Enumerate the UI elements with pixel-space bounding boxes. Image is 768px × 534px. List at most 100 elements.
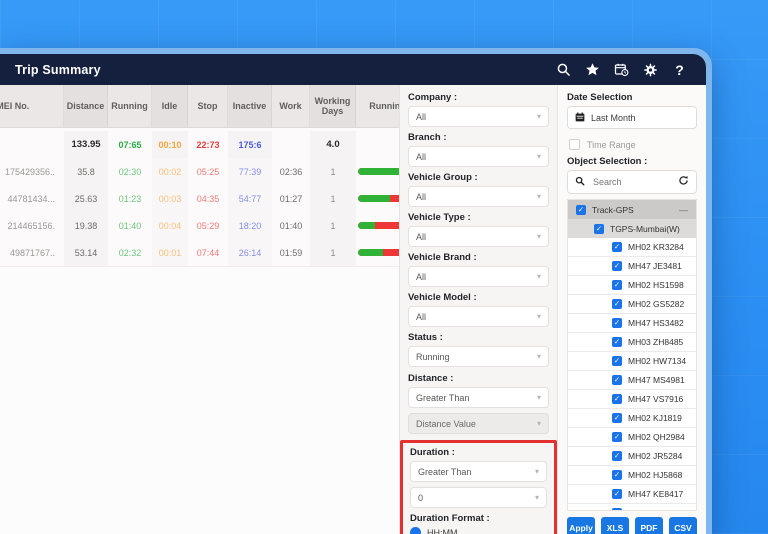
chevron-down-icon: ▾ [537, 233, 541, 241]
filter-select-6[interactable]: Running▾ [408, 346, 549, 367]
vehicle-item-13[interactable]: ✓MH47 KE8417 [568, 485, 696, 504]
object-search[interactable] [567, 170, 697, 194]
vehicle-item-14[interactable]: ✓MH02 WS4981 [568, 504, 696, 511]
vehicle-item-2[interactable]: ✓MH02 HS1598 [568, 276, 696, 295]
vehicle-item-10[interactable]: ✓MH02 QH2984 [568, 428, 696, 447]
table-empty-area [0, 266, 399, 534]
column-header-2[interactable]: Running [108, 85, 152, 127]
schedule-icon[interactable] [614, 62, 629, 77]
collapse-icon[interactable]: — [679, 205, 688, 215]
vehicle-item-0[interactable]: ✓ MH02 KR3284 [568, 238, 696, 257]
table-row: 49871767..53.1402:3200:0107:4426:1401:59… [0, 239, 400, 266]
vehicle-label: MH02 GS5282 [628, 299, 684, 309]
pdf-button[interactable]: PDF [635, 517, 663, 534]
cell-distance: 133.95 [64, 131, 108, 158]
column-header-5[interactable]: Inactive [228, 85, 272, 127]
time-range-checkbox[interactable] [569, 139, 580, 150]
vehicle-label: MH47 JE3481 [628, 261, 682, 271]
vehicle-label: MH02 HW7134 [628, 356, 686, 366]
filter-select-1[interactable]: All▾ [408, 146, 549, 167]
filter-label-4: Vehicle Brand : [408, 252, 549, 263]
vehicle-label: MH03 ZH8485 [628, 337, 683, 347]
checkbox-checked-icon[interactable]: ✓ [612, 451, 622, 461]
column-header-6[interactable]: Work [272, 85, 310, 127]
column-header-7[interactable]: Working Days [310, 85, 356, 127]
checkbox-checked-icon[interactable]: ✓ [612, 242, 622, 252]
vehicle-item-11[interactable]: ✓ MH02 JR5284 [568, 447, 696, 466]
distance-value-select[interactable]: Distance Value▾ [408, 413, 549, 434]
vehicle-label: MH02 JR5284 [628, 451, 682, 461]
checkbox-checked-icon[interactable]: ✓ [612, 356, 622, 366]
app-window: Trip Summary ? [0, 48, 712, 534]
filter-select-0[interactable]: All▾ [408, 106, 549, 127]
date-selection-field[interactable]: Last Month [567, 106, 697, 129]
time-range-toggle[interactable]: Time Range [569, 139, 697, 150]
filter-select-4[interactable]: All▾ [408, 266, 549, 287]
checkbox-checked-icon[interactable]: ✓ [576, 205, 586, 215]
cell-days: 1 [310, 212, 356, 239]
vehicle-item-5[interactable]: ✓ MH03 ZH8485 [568, 333, 696, 352]
checkbox-checked-icon[interactable]: ✓ [612, 337, 622, 347]
duration-operator-select[interactable]: Greater Than▾ [410, 461, 547, 482]
apply-button[interactable]: Apply [567, 517, 595, 534]
vehicle-item-7[interactable]: ✓MH47 MS4981 [568, 371, 696, 390]
checkbox-checked-icon[interactable]: ✓ [612, 489, 622, 499]
filter-label-0: Company : [408, 92, 549, 103]
search-icon[interactable] [556, 62, 571, 77]
filter-label-2: Vehicle Group : [408, 172, 549, 183]
checkbox-checked-icon[interactable]: ✓ [612, 375, 622, 385]
favorites-star-icon[interactable] [585, 62, 600, 77]
vehicle-item-6[interactable]: ✓ MH02 HW7134 [568, 352, 696, 371]
checkbox-checked-icon[interactable]: ✓ [612, 261, 622, 271]
checkbox-checked-icon[interactable]: ✓ [594, 224, 604, 234]
settings-gear-icon[interactable] [643, 62, 658, 77]
cell-stop: 22:73 [188, 131, 228, 158]
vehicle-item-3[interactable]: ✓ MH02 GS5282 [568, 295, 696, 314]
checkbox-checked-icon[interactable]: ✓ [612, 280, 622, 290]
checkbox-checked-icon[interactable]: ✓ [612, 299, 622, 309]
filter-group-5: Vehicle Model :All▾ [408, 292, 549, 327]
export-buttons: Apply XLS PDF CSV [567, 511, 697, 534]
column-header-8[interactable]: Running Vs Stop [356, 85, 400, 127]
checkbox-checked-icon[interactable]: ✓ [612, 470, 622, 480]
column-header-1[interactable]: Distance [64, 85, 108, 127]
cell-stop: 07:44 [188, 239, 228, 266]
vehicle-item-12[interactable]: ✓ MH02 HJ5868 [568, 466, 696, 485]
duration-highlight-box: Duration : Greater Than▾ 0▾ Duration For… [400, 440, 557, 534]
checkbox-checked-icon[interactable]: ✓ [612, 318, 622, 328]
vehicle-label: MH02 KR3284 [628, 242, 684, 252]
chevron-down-icon: ▾ [537, 193, 541, 201]
xls-button[interactable]: XLS [601, 517, 629, 534]
filter-select-3[interactable]: All▾ [408, 226, 549, 247]
object-search-input[interactable] [591, 176, 672, 188]
checkbox-checked-icon[interactable]: ✓ [612, 432, 622, 442]
help-icon[interactable]: ? [672, 62, 687, 77]
vehicle-item-4[interactable]: ✓MH47 HS3482 [568, 314, 696, 333]
column-header-4[interactable]: Stop [188, 85, 228, 127]
filter-select-value: Running [416, 352, 450, 362]
duration-value-select[interactable]: 0▾ [410, 487, 547, 508]
vehicle-item-1[interactable]: ✓ MH47 JE3481 [568, 257, 696, 276]
chevron-down-icon: ▾ [537, 153, 541, 161]
column-header-0[interactable]: IMEI No. [0, 85, 64, 127]
duration-format-label: Duration Format : [410, 513, 547, 524]
radio-icon[interactable] [410, 527, 421, 534]
column-header-3[interactable]: Idle [152, 85, 188, 127]
csv-button[interactable]: CSV [669, 517, 697, 534]
filter-select-2[interactable]: All▾ [408, 186, 549, 207]
checkbox-checked-icon[interactable]: ✓ [612, 413, 622, 423]
vehicle-item-8[interactable]: ✓MH47 VS7916 [568, 390, 696, 409]
tree-root-track-gps[interactable]: ✓ Track-GPS — [568, 200, 696, 219]
tree-group-mumbai[interactable]: ✓ TGPS-Mumbai(W) [568, 219, 696, 238]
vehicle-label: MH02 HJ5868 [628, 470, 682, 480]
checkbox-checked-icon[interactable]: ✓ [612, 394, 622, 404]
chevron-down-icon: ▾ [535, 494, 539, 502]
filter-panel: Company :All▾Branch :All▾Vehicle Group :… [400, 85, 558, 534]
filter-select-5[interactable]: All▾ [408, 306, 549, 327]
radio-hhmm[interactable]: HH:MM [410, 527, 547, 534]
filter-select-value: All [416, 272, 426, 282]
vehicle-item-9[interactable]: ✓MH02 KJ1819 [568, 409, 696, 428]
running-vs-stop-bar [358, 195, 400, 202]
refresh-icon[interactable] [678, 173, 689, 191]
distance-operator-select[interactable]: Greater Than▾ [408, 387, 549, 408]
